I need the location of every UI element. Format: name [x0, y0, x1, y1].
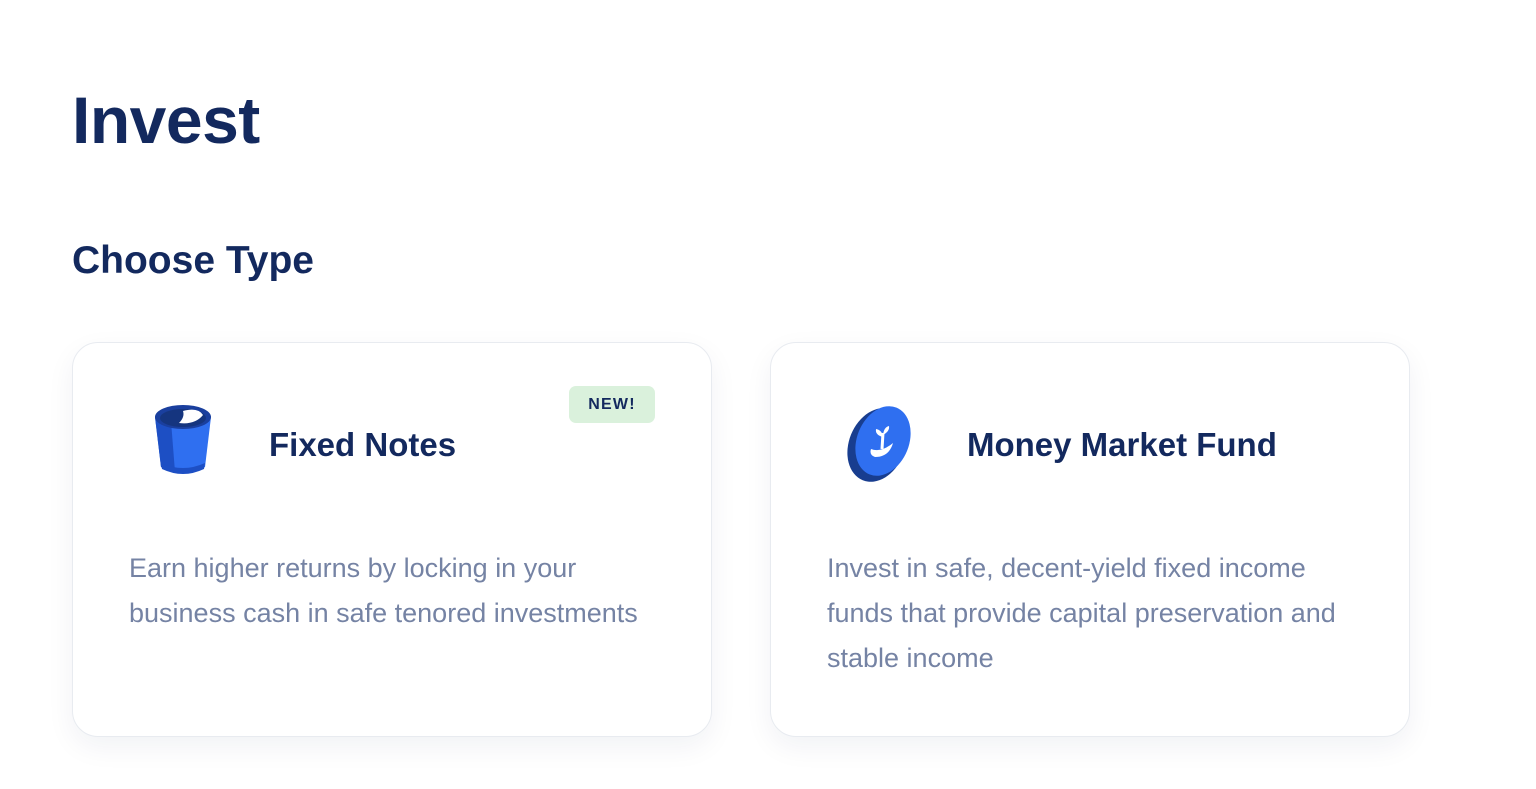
plant-coin-icon	[841, 397, 921, 487]
page-title: Invest	[72, 83, 260, 157]
money-market-fund-card[interactable]: Money Market Fund Invest in safe, decent…	[770, 342, 1410, 737]
bucket-icon	[143, 397, 223, 487]
card-title: Money Market Fund	[967, 426, 1277, 463]
invest-page: Invest Choose Type Fixed Notes NEW! Earn…	[0, 0, 1536, 789]
section-title: Choose Type	[72, 239, 314, 282]
card-description: Invest in safe, decent-yield fixed incom…	[827, 553, 1336, 673]
new-badge: NEW!	[569, 386, 655, 423]
fixed-notes-card[interactable]: Fixed Notes NEW! Earn higher returns by …	[72, 342, 712, 737]
card-description: Earn higher returns by locking in your b…	[129, 553, 638, 628]
card-title: Fixed Notes	[269, 426, 457, 463]
